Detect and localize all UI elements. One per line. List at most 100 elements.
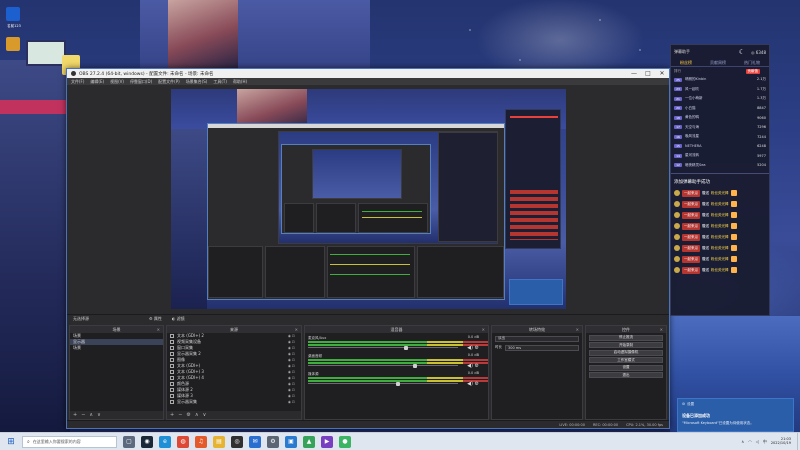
menu-tools[interactable]: 工具(T) (213, 79, 227, 85)
desktop-app-icon-2[interactable] (2, 36, 24, 56)
source-item[interactable]: 显示器采集 ◉ ⊡ (167, 399, 301, 405)
speaker-icon[interactable]: ◀) (467, 363, 473, 369)
chevron-up-icon[interactable]: ∧ (741, 439, 744, 444)
tab-weekly-rank[interactable]: 贡献周榜 (710, 60, 726, 66)
menu-scene-collection[interactable]: 场景集合(S) (186, 79, 208, 85)
move-down-button[interactable]: ∨ (203, 412, 207, 418)
taskbar-search-box[interactable]: ⌕ 在这里输入你要搜索的内容 (22, 435, 117, 448)
eye-icon[interactable]: ◉ ⊡ (288, 364, 295, 368)
gear-icon[interactable]: ⚙ (475, 345, 479, 351)
menu-file[interactable]: 文件(F) (71, 79, 84, 85)
music-icon[interactable]: ♫ (195, 435, 207, 448)
rank-row[interactable]: 25 晴朗的Kinbin 2.1万 (671, 75, 769, 85)
eye-icon[interactable]: ◉ ⊡ (288, 394, 295, 398)
danmaku-chat-panel[interactable]: 弹幕助手 ☾ ◎ 6348 粉丝榜 贡献周榜 热门礼物 排行 贡献值 25 晴朗的… (670, 44, 770, 316)
eye-icon[interactable]: ◉ ⊡ (288, 382, 295, 386)
add-source-button[interactable]: + (170, 412, 174, 418)
obs-icon[interactable]: ◎ (231, 435, 243, 448)
start-virtual-camera-button[interactable]: 启动虚拟摄像机 (589, 349, 663, 356)
rank-score: 1.7万 (756, 86, 766, 91)
scene-item[interactable]: 场景 (70, 345, 163, 351)
volume-slider[interactable] (308, 363, 458, 368)
rank-row[interactable]: 15 NETHERA 6248 (671, 142, 769, 152)
eye-icon[interactable]: ◉ ⊡ (288, 358, 295, 362)
obs-window[interactable]: OBS 27.2.4 (64-bit, windows) - 配置文件: 未命名… (66, 68, 670, 429)
volume-slider[interactable] (308, 345, 458, 350)
menu-view[interactable]: 视图(V) (110, 79, 124, 85)
rank-score: 7244 (757, 134, 766, 139)
task-view-icon[interactable]: ▢ (123, 435, 135, 448)
gear-icon[interactable]: ⚙ (475, 363, 479, 369)
eye-icon[interactable]: ◉ ⊡ (288, 346, 295, 350)
taskbar-clock[interactable]: 21:03 2022/10/19 (771, 437, 791, 446)
rank-row[interactable]: 17 天空与海 7296 (671, 123, 769, 133)
rank-row[interactable]: 20 小白猫 8847 (671, 104, 769, 114)
folder-icon[interactable]: ▤ (213, 435, 225, 448)
settings-icon[interactable]: ⚙ (267, 435, 279, 448)
studio-mode-button[interactable]: 工作室模式 (589, 357, 663, 363)
chrome-icon[interactable]: ◍ (177, 435, 189, 448)
volume-slider-knob[interactable] (413, 363, 417, 368)
rank-row[interactable]: 18 黄色的鸭 9060 (671, 113, 769, 123)
settings-button[interactable]: 设置 (589, 364, 663, 371)
minimize-button[interactable]: — (627, 70, 641, 77)
eye-icon[interactable]: ◉ ⊡ (288, 370, 295, 374)
tab-hot-gifts[interactable]: 热门礼物 (744, 60, 760, 66)
chat-app-icon[interactable]: ● (339, 435, 351, 448)
rank-row[interactable]: 23 风一起吹 1.7万 (671, 85, 769, 95)
move-up-button[interactable]: ∧ (89, 412, 93, 418)
windows-notification-toast[interactable]: ⚙ 设置 设备已添加成功 "Microsoft Keyboard"已设置为待使用状… (677, 398, 794, 432)
menu-help[interactable]: 帮助(H) (233, 79, 247, 85)
obs-preview[interactable] (171, 89, 566, 309)
eye-icon[interactable]: ◉ ⊡ (288, 334, 295, 338)
remove-scene-button[interactable]: − (81, 412, 85, 418)
mail-icon[interactable]: ✉ (249, 435, 261, 448)
windows-start-button[interactable]: ⊞ (4, 435, 18, 449)
eye-icon[interactable]: ◉ ⊡ (288, 376, 295, 380)
edge-icon[interactable]: e (159, 435, 171, 448)
obs-source-status-row: 无选择源 ⚙ 属性 ◐ 滤镜 (67, 314, 669, 323)
maximize-button[interactable]: □ (641, 70, 655, 77)
volume-icon[interactable]: ◁ (756, 439, 759, 444)
eye-icon[interactable]: ◉ ⊡ (288, 388, 295, 392)
source-settings-button[interactable]: ⚙ (186, 412, 190, 418)
filters-button[interactable]: ◐ 滤镜 (172, 316, 185, 322)
store-icon[interactable]: ▣ (285, 435, 297, 448)
steam-icon[interactable]: ◉ (141, 435, 153, 448)
tab-fans-rank[interactable]: 粉丝榜 (680, 60, 692, 66)
add-scene-button[interactable]: + (73, 412, 77, 418)
eye-icon[interactable]: ◉ ⊡ (288, 340, 295, 344)
rank-row[interactable]: 21 一位小萌新 1.3万 (671, 94, 769, 104)
eye-icon[interactable]: ◉ ⊡ (288, 400, 295, 404)
close-button[interactable]: ✕ (655, 70, 669, 77)
gear-icon[interactable]: ⚙ (475, 381, 479, 387)
speaker-icon[interactable]: ◀) (467, 345, 473, 351)
desktop-app-icon[interactable] (2, 6, 24, 26)
exit-button[interactable]: 退出 (589, 372, 663, 378)
eye-icon[interactable]: ◉ ⊡ (288, 352, 295, 356)
volume-slider-knob[interactable] (404, 345, 408, 350)
rank-score: 1.3万 (756, 96, 766, 101)
rank-row[interactable]: 12 暗夜精灵Sea 5204 (671, 161, 769, 171)
network-icon[interactable]: ◠ (748, 439, 752, 444)
volume-slider-knob[interactable] (396, 381, 400, 386)
video-icon[interactable]: ▶ (321, 435, 333, 448)
properties-button[interactable]: ⚙ 属性 (149, 316, 162, 322)
stop-streaming-button[interactable]: 停止推流 (589, 334, 663, 341)
duration-input[interactable]: 300 ms (505, 344, 579, 351)
rank-row[interactable]: 16 晚风流星 7244 (671, 132, 769, 142)
menu-profile[interactable]: 配置文件(P) (158, 79, 180, 85)
ime-icon[interactable]: 中 (763, 439, 767, 445)
speaker-icon[interactable]: ◀) (467, 381, 473, 387)
volume-slider[interactable] (308, 381, 458, 386)
move-up-button[interactable]: ∧ (195, 412, 199, 418)
game-icon[interactable]: ▲ (303, 435, 315, 448)
rank-row[interactable]: 14 星河流转 5977 (671, 151, 769, 161)
start-recording-button[interactable]: 开始录制 (589, 342, 663, 348)
menu-docks[interactable]: 停靠窗口(D) (130, 79, 152, 85)
transition-type-select[interactable]: 淡出 (495, 335, 579, 342)
menu-edit[interactable]: 编辑(E) (90, 79, 104, 85)
remove-source-button[interactable]: − (178, 412, 182, 418)
obs-titlebar[interactable]: OBS 27.2.4 (64-bit, windows) - 配置文件: 未命名… (67, 69, 669, 78)
move-down-button[interactable]: ∨ (97, 412, 101, 418)
